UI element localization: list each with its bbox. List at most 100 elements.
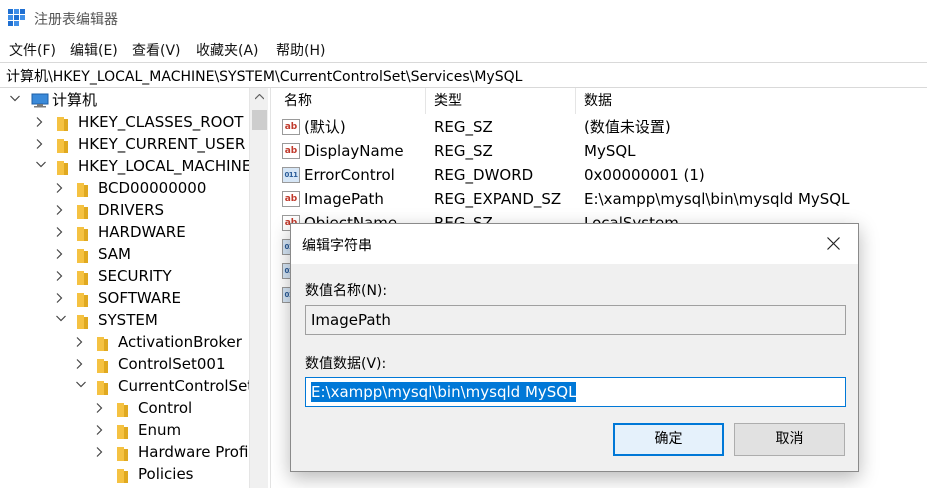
chevron-right-icon[interactable]	[95, 441, 107, 463]
folder-icon	[77, 269, 91, 285]
menu-favorites[interactable]: 收藏夹(A)	[196, 40, 259, 60]
chevron-right-icon[interactable]	[95, 397, 107, 419]
tree-item-label: ControlSet001	[118, 355, 226, 373]
chevron-right-icon[interactable]	[55, 221, 67, 243]
chevron-down-icon[interactable]	[9, 89, 21, 111]
tree-item[interactable]: BCD00000000	[0, 177, 249, 199]
menu-file[interactable]: 文件(F)	[9, 40, 56, 60]
tree-item[interactable]: Hardware Profile	[0, 441, 262, 463]
tree-item[interactable]: HKEY_CLASSES_ROOT	[0, 111, 249, 133]
folder-icon	[77, 291, 91, 307]
chevron-right-icon[interactable]	[55, 199, 67, 221]
window-title: 注册表编辑器	[34, 12, 118, 28]
tree-item[interactable]: SOFTWARE	[0, 287, 249, 309]
tree-item-label: CurrentControlSet	[118, 377, 254, 395]
cancel-button[interactable]: 取消	[734, 423, 845, 456]
value-row[interactable]: ab (默认) REG_SZ (数值未设置)	[276, 115, 927, 139]
ok-button[interactable]: 确定	[613, 423, 724, 456]
registry-tree[interactable]: 计算机 HKEY_CLASSES_ROOT HKEY_CURRENT_USER HKE…	[0, 88, 270, 488]
chevron-right-icon[interactable]	[55, 265, 67, 287]
folder-icon	[97, 379, 111, 395]
tree-item[interactable]: Policies	[0, 463, 249, 485]
chevron-down-icon[interactable]	[55, 309, 67, 331]
chevron-right-icon[interactable]	[75, 331, 87, 353]
tree-item[interactable]: Enum	[0, 419, 249, 441]
column-name[interactable]: 名称	[276, 88, 426, 114]
tree-item-label: SYSTEM	[98, 311, 158, 329]
tree-item[interactable]: ControlSet001	[0, 353, 249, 375]
value-type: REG_SZ	[434, 142, 493, 160]
tree-item-label: Policies	[138, 465, 194, 483]
dialog-title-bar: 编辑字符串	[291, 224, 858, 264]
menu-help[interactable]: 帮助(H)	[276, 40, 325, 60]
tree-item-label: SAM	[98, 245, 132, 263]
scroll-up-icon[interactable]	[255, 94, 264, 100]
folder-icon	[97, 335, 111, 351]
column-type[interactable]: 类型	[426, 88, 576, 114]
value-type: REG_DWORD	[434, 166, 534, 184]
tree-item-label: 计算机	[52, 91, 98, 109]
menu-edit[interactable]: 编辑(E)	[70, 40, 118, 60]
value-row[interactable]: 011 ErrorControl REG_DWORD 0x00000001 (1)	[276, 163, 927, 187]
tree-item[interactable]: CurrentControlSet	[0, 375, 253, 397]
column-data[interactable]: 数据	[576, 88, 927, 114]
menu-view[interactable]: 查看(V)	[132, 40, 181, 60]
folder-icon	[77, 313, 91, 329]
scrollbar-thumb[interactable]	[252, 110, 267, 130]
tree-item-label: Hardware Profile	[138, 443, 262, 461]
chevron-down-icon[interactable]	[75, 375, 87, 397]
folder-icon	[57, 159, 71, 175]
tree-scrollbar[interactable]	[249, 88, 268, 488]
value-name: ErrorControl	[304, 166, 395, 184]
tree-item[interactable]: SECURITY	[0, 265, 249, 287]
tree-item-label: SOFTWARE	[98, 289, 182, 307]
chevron-right-icon[interactable]	[35, 111, 47, 133]
address-bar[interactable]: 计算机\HKEY_LOCAL_MACHINE\SYSTEM\CurrentCon…	[0, 62, 927, 88]
value-data: (数值未设置)	[584, 118, 671, 136]
value-data-label: 数值数据(V):	[305, 356, 387, 372]
tree-item[interactable]: HKEY_LOCAL_MACHINE	[0, 155, 251, 177]
selected-text[interactable]: E:\xampp\mysql\bin\mysqld MySQL	[311, 382, 577, 402]
list-header: 名称 类型 数据	[276, 88, 927, 114]
tree-item[interactable]: HKEY_CURRENT_USER	[0, 133, 249, 155]
tree-item-label: Enum	[138, 421, 182, 439]
tree-item[interactable]: 计算机	[0, 89, 249, 111]
chevron-down-icon[interactable]	[35, 155, 47, 177]
chevron-right-icon[interactable]	[35, 133, 47, 155]
chevron-right-icon[interactable]	[55, 287, 67, 309]
folder-icon	[77, 203, 91, 219]
value-data-input[interactable]: E:\xampp\mysql\bin\mysqld MySQL	[305, 377, 846, 407]
binary-value-icon: 011	[282, 167, 300, 183]
folder-icon	[57, 115, 71, 131]
tree-item[interactable]: SAM	[0, 243, 249, 265]
chevron-right-icon[interactable]	[95, 419, 107, 441]
computer-icon	[31, 92, 49, 108]
tree-item-label: HKEY_CLASSES_ROOT	[78, 113, 244, 131]
chevron-right-icon[interactable]	[55, 177, 67, 199]
tree-item[interactable]: DRIVERS	[0, 199, 249, 221]
tree-item[interactable]: Control	[0, 397, 249, 419]
string-value-icon: ab	[282, 191, 300, 207]
edit-string-dialog: 编辑字符串 数值名称(N): ImagePath 数值数据(V): E:\xam…	[290, 223, 859, 472]
value-name: DisplayName	[304, 142, 404, 160]
chevron-right-icon[interactable]	[75, 353, 87, 375]
value-name-field: ImagePath	[305, 305, 846, 335]
tree-item-label: ActivationBroker	[118, 333, 242, 351]
value-data: MySQL	[584, 142, 636, 160]
chevron-right-icon[interactable]	[55, 243, 67, 265]
tree-item[interactable]: ActivationBroker	[0, 331, 249, 353]
folder-icon	[117, 445, 131, 461]
folder-icon	[97, 357, 111, 373]
title-bar: 注册表编辑器	[0, 0, 927, 36]
address-path[interactable]: 计算机\HKEY_LOCAL_MACHINE\SYSTEM\CurrentCon…	[6, 66, 522, 86]
value-row[interactable]: ab DisplayName REG_SZ MySQL	[276, 139, 927, 163]
tree-item[interactable]: HARDWARE	[0, 221, 249, 243]
tree-item-label: Control	[138, 399, 193, 417]
folder-icon	[77, 225, 91, 241]
string-value-icon: ab	[282, 119, 300, 135]
value-type: REG_SZ	[434, 118, 493, 136]
value-row[interactable]: ab ImagePath REG_EXPAND_SZ E:\xampp\mysql\b…	[276, 187, 927, 211]
folder-icon	[77, 181, 91, 197]
dialog-close-button[interactable]	[818, 230, 850, 258]
tree-item[interactable]: SYSTEM	[0, 309, 249, 331]
